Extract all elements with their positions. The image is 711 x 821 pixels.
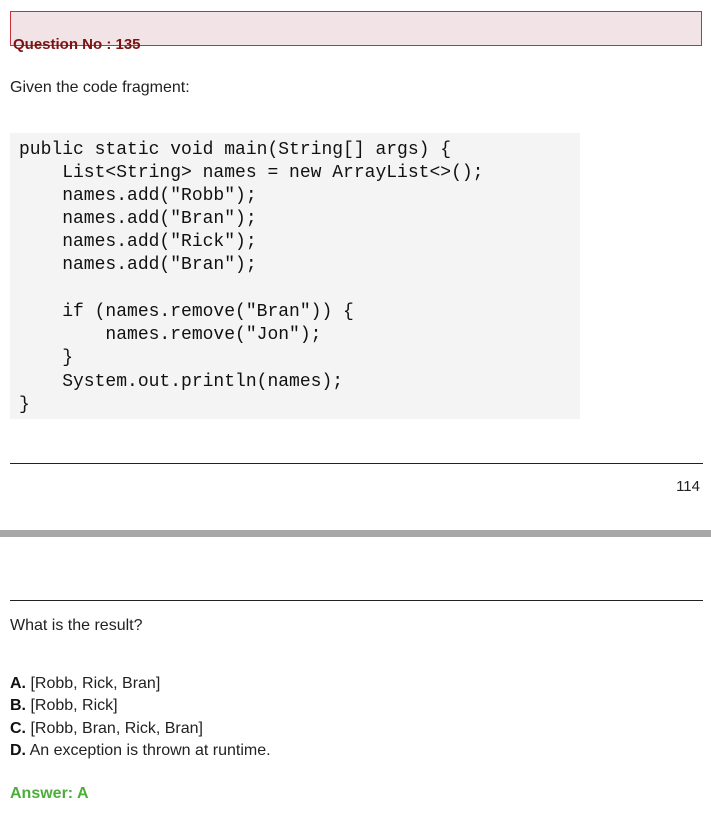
code-line: names.add("Bran"); xyxy=(19,209,257,229)
code-line: } xyxy=(19,348,74,368)
code-line: if (names.remove("Bran")) { xyxy=(19,302,354,322)
correct-answer: Answer: A xyxy=(10,785,89,802)
code-line: names.add("Rick"); xyxy=(19,232,257,252)
code-line: names.remove("Jon"); xyxy=(19,325,322,345)
answer-option-a: A. [Robb, Rick, Bran] xyxy=(10,673,160,695)
code-line: } xyxy=(19,395,30,415)
code-line: names.add("Robb"); xyxy=(19,186,257,206)
page-footer-divider xyxy=(10,463,703,464)
option-text: An exception is thrown at runtime. xyxy=(26,742,271,759)
answer-option-c: C. [Robb, Bran, Rick, Bran] xyxy=(10,718,203,740)
code-fragment: public static void main(String[] args) {… xyxy=(10,133,580,419)
option-text: [Robb, Rick] xyxy=(26,697,118,714)
code-line: List<String> names = new ArrayList<>(); xyxy=(19,163,484,183)
intro-text: Given the code fragment: xyxy=(10,79,190,96)
option-letter: D. xyxy=(10,742,26,759)
code-line: names.add("Bran"); xyxy=(19,255,257,275)
page-break-bar xyxy=(0,530,711,537)
option-letter: B. xyxy=(10,697,26,714)
code-line: System.out.println(names); xyxy=(19,372,344,392)
code-line: public static void main(String[] args) { xyxy=(19,140,452,160)
option-text: [Robb, Bran, Rick, Bran] xyxy=(26,720,203,737)
page-header-divider xyxy=(10,600,703,601)
option-letter: A. xyxy=(10,675,26,692)
option-letter: C. xyxy=(10,720,26,737)
question-header: Question No : 135 xyxy=(10,11,702,53)
answer-option-d: D. An exception is thrown at runtime. xyxy=(10,740,271,762)
question-number: Question No : 135 xyxy=(13,36,141,53)
answer-option-b: B. [Robb, Rick] xyxy=(10,695,118,717)
option-text: [Robb, Rick, Bran] xyxy=(26,675,161,692)
question-text: What is the result? xyxy=(10,617,143,634)
page-number: 114 xyxy=(676,478,700,495)
